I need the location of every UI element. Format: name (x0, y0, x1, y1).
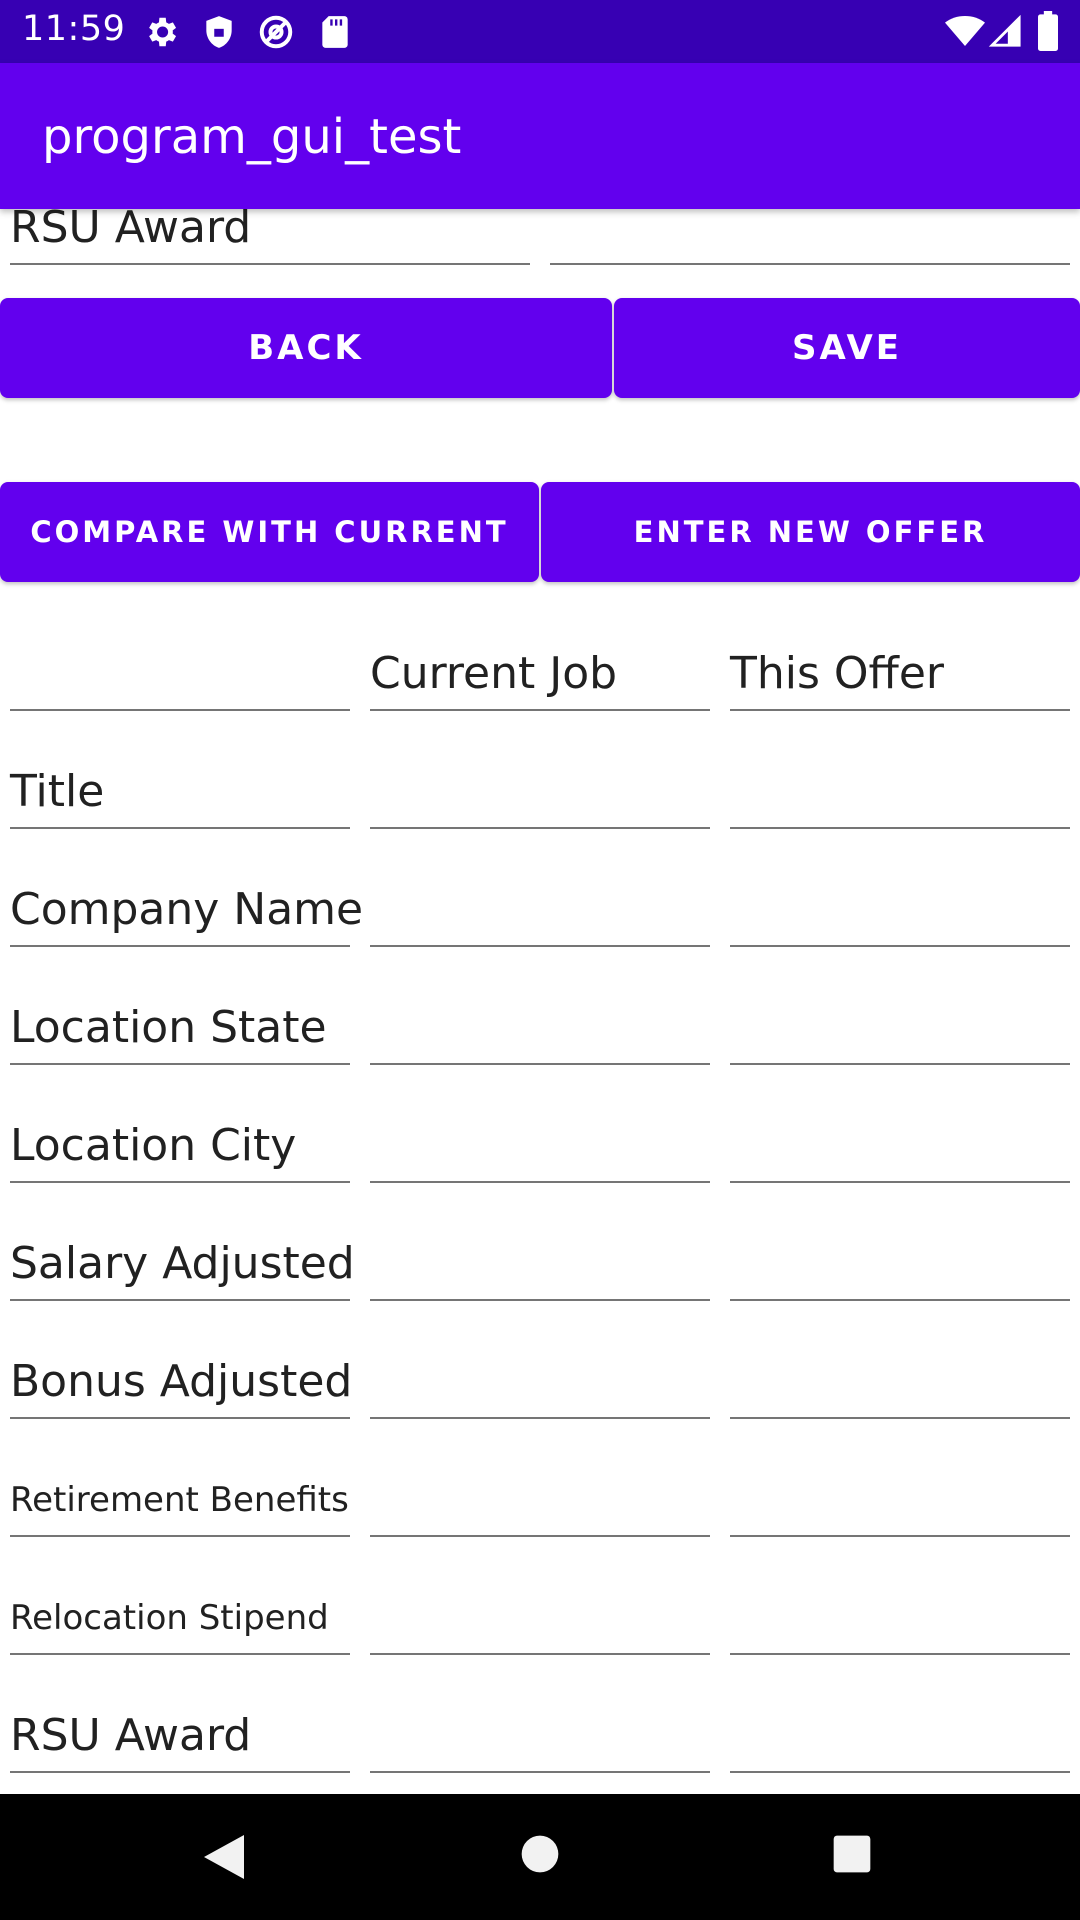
row-relocation-current-input[interactable] (370, 1593, 710, 1655)
row-label-location-city: Location City (10, 1121, 350, 1183)
row-label-retirement-benefits: Retirement Benefits (10, 1475, 350, 1537)
save-button[interactable]: SAVE (614, 298, 1080, 398)
battery-icon (1038, 11, 1058, 51)
row-retirement-offer-input[interactable] (730, 1475, 1070, 1537)
row-company-current-input[interactable] (370, 885, 710, 947)
signal-icon (988, 14, 1021, 47)
header-this-offer: This Offer (730, 649, 1070, 711)
row-title-offer-input[interactable] (730, 767, 1070, 829)
sd-card-icon (322, 16, 348, 48)
app-bar: program_gui_test (0, 63, 1080, 209)
row-label-title: Title (10, 767, 350, 829)
shield-icon (206, 16, 232, 48)
row-label-location-state: Location State (10, 1003, 350, 1065)
compare-with-current-button[interactable]: COMPARE WITH CURRENT (0, 482, 539, 582)
row-label-rsu-award: RSU Award (10, 1711, 350, 1773)
row-rsu-offer-input[interactable] (730, 1711, 1070, 1773)
offer-form-content[interactable]: RSU Award BACK SAVE COMPARE WITH CURRENT… (0, 209, 1080, 1794)
row-retirement-current-input[interactable] (370, 1475, 710, 1537)
at-sync-icon (259, 15, 293, 49)
row-city-current-input[interactable] (370, 1121, 710, 1183)
recents-square-icon[interactable] (832, 1834, 872, 1874)
row-state-current-input[interactable] (370, 1003, 710, 1065)
row-rsu-current-input[interactable] (370, 1711, 710, 1773)
home-circle-icon[interactable] (520, 1834, 560, 1874)
header-blank-cell (10, 649, 350, 711)
top-rsu-award-input[interactable] (550, 209, 1070, 265)
back-triangle-icon[interactable] (200, 1832, 248, 1882)
settings-gear-icon (149, 17, 177, 47)
row-label-company-name: Company Name (10, 885, 363, 947)
enter-new-offer-button[interactable]: ENTER NEW OFFER (541, 482, 1080, 582)
wifi-icon (945, 16, 985, 46)
row-salary-offer-input[interactable] (730, 1239, 1070, 1301)
top-rsu-award-label: RSU Award (10, 209, 530, 265)
row-relocation-offer-input[interactable] (730, 1593, 1070, 1655)
row-bonus-current-input[interactable] (370, 1357, 710, 1419)
row-company-offer-input[interactable] (730, 885, 1070, 947)
navigation-bar (0, 1794, 1080, 1920)
row-city-offer-input[interactable] (730, 1121, 1070, 1183)
row-state-offer-input[interactable] (730, 1003, 1070, 1065)
row-salary-current-input[interactable] (370, 1239, 710, 1301)
back-button[interactable]: BACK (0, 298, 612, 398)
row-label-relocation-stipend: Relocation Stipend (10, 1593, 350, 1655)
row-bonus-offer-input[interactable] (730, 1357, 1070, 1419)
row-label-bonus-adjusted: Bonus Adjusted (10, 1357, 352, 1419)
status-bar: 11:59 (0, 0, 1080, 63)
row-title-current-input[interactable] (370, 767, 710, 829)
row-label-salary-adjusted: Salary Adjusted (10, 1239, 355, 1301)
header-current-job: Current Job (370, 649, 710, 711)
app-title: program_gui_test (42, 109, 462, 165)
status-time: 11:59 (22, 9, 126, 49)
